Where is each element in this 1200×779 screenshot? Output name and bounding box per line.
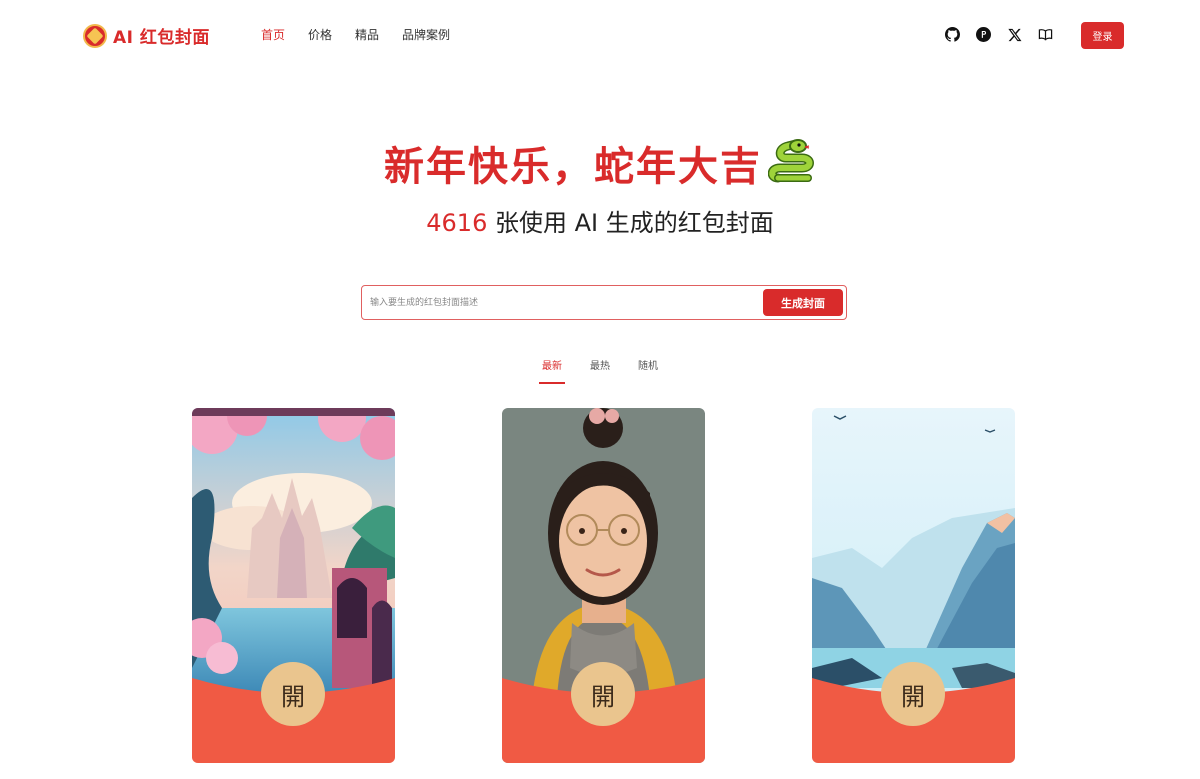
nav-item-brand-cases[interactable]: 品牌案例: [402, 27, 450, 43]
tab-random[interactable]: 随机: [638, 357, 658, 384]
prompt-input[interactable]: [370, 292, 760, 314]
nav-item-home[interactable]: 首页: [261, 27, 285, 43]
sort-tabs: 最新 最热 随机: [0, 357, 1200, 384]
nav-item-featured[interactable]: 精品: [355, 27, 379, 43]
github-icon[interactable]: [944, 26, 961, 43]
open-button[interactable]: 開: [261, 662, 325, 726]
social-icons: [944, 26, 1054, 43]
open-button[interactable]: 開: [571, 662, 635, 726]
login-button[interactable]: 登录: [1081, 22, 1124, 49]
hero-subtitle-text: 张使用 AI 生成的红包封面: [487, 209, 774, 237]
hero-title-text: 新年快乐，蛇年大吉: [384, 144, 762, 190]
book-icon[interactable]: [1037, 26, 1054, 43]
cover-card[interactable]: 開: [192, 408, 395, 763]
cover-card[interactable]: 開: [502, 408, 705, 763]
tab-hottest[interactable]: 最热: [590, 357, 610, 384]
tab-latest[interactable]: 最新: [539, 357, 565, 384]
brand-link[interactable]: AI 红包封面: [83, 23, 210, 48]
x-icon[interactable]: [1006, 26, 1023, 43]
generate-cover-button[interactable]: 生成封面: [763, 289, 843, 316]
cover-count: 4616: [426, 209, 488, 237]
brand-logo-icon: [83, 23, 107, 48]
brand-name: AI 红包封面: [113, 28, 210, 48]
cover-card[interactable]: 開: [812, 408, 1015, 763]
product-hunt-icon[interactable]: [975, 26, 992, 43]
hero-subtitle: 4616 张使用 AI 生成的红包封面: [0, 206, 1200, 240]
main-nav: 首页 价格 精品 品牌案例: [261, 27, 450, 43]
top-nav: AI 红包封面 首页 价格 精品 品牌案例 登录: [0, 0, 1200, 72]
open-button[interactable]: 開: [881, 662, 945, 726]
snake-icon: [767, 138, 816, 199]
hero-title: 新年快乐，蛇年大吉: [0, 138, 1200, 199]
prompt-box: 生成封面: [361, 285, 847, 320]
nav-item-pricing[interactable]: 价格: [308, 27, 332, 43]
